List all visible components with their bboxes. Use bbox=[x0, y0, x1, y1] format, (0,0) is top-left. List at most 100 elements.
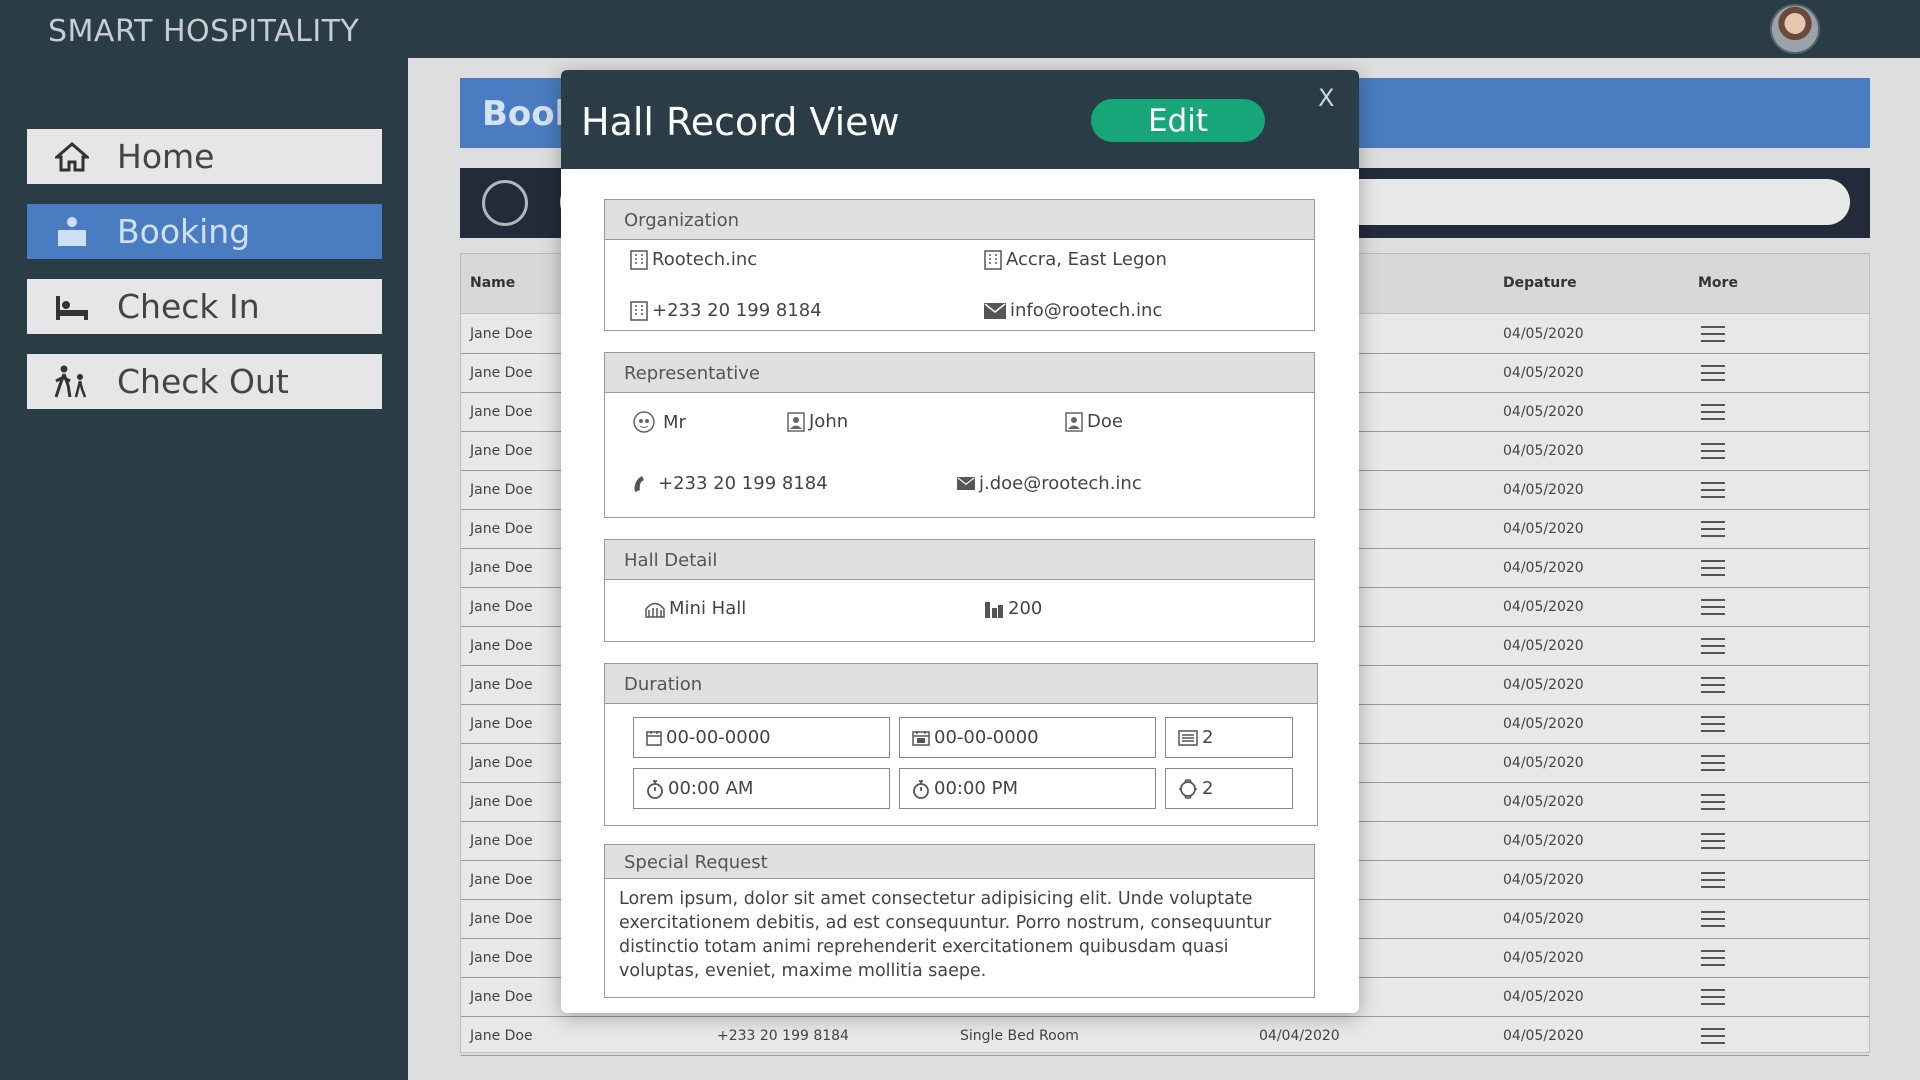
cell-departure: 04/05/2020 bbox=[1503, 443, 1584, 459]
building-icon bbox=[630, 300, 648, 321]
cell-departure: 04/05/2020 bbox=[1503, 599, 1584, 615]
menu-icon[interactable] bbox=[1701, 443, 1725, 461]
hall-detail-section: Hall Detail Mini Hall 200 bbox=[604, 539, 1315, 642]
bed-icon bbox=[27, 292, 117, 322]
organization-section: Organization Rootech.inc Accra, East Leg… bbox=[604, 199, 1315, 331]
section-heading: Representative bbox=[605, 353, 1314, 393]
cell-name: Jane Doe bbox=[470, 599, 533, 615]
menu-icon[interactable] bbox=[1701, 482, 1725, 500]
watch-icon bbox=[1179, 778, 1197, 799]
sidebar-item-check-in[interactable]: Check In bbox=[27, 279, 382, 334]
cell-name: Jane Doe bbox=[470, 755, 533, 771]
sidebar-item-check-out[interactable]: Check Out bbox=[27, 354, 382, 409]
cell-departure: 04/05/2020 bbox=[1503, 716, 1584, 732]
cell-name: Jane Doe bbox=[470, 443, 533, 459]
end-time-field[interactable]: 00:00 PM bbox=[899, 768, 1156, 809]
hotel-icon[interactable] bbox=[482, 180, 528, 226]
sidebar-item-label: Home bbox=[117, 137, 215, 176]
organization-location-field: Accra, East Legon bbox=[984, 249, 1167, 270]
column-header-name: Name bbox=[470, 275, 516, 291]
sidebar: Home Booking Check In Check Out bbox=[0, 58, 408, 1080]
hours-field[interactable]: 2 bbox=[1165, 768, 1293, 809]
menu-icon[interactable] bbox=[1701, 833, 1725, 851]
envelope-icon bbox=[957, 477, 975, 490]
cell-departure: 04/05/2020 bbox=[1503, 755, 1584, 771]
cell-name: Jane Doe bbox=[470, 911, 533, 927]
representative-last-name-field: Doe bbox=[1065, 411, 1123, 432]
contact-icon bbox=[1065, 411, 1083, 432]
organization-email-field: info@rootech.inc bbox=[984, 300, 1162, 321]
cell-name: Jane Doe bbox=[470, 950, 533, 966]
menu-icon[interactable] bbox=[1701, 872, 1725, 890]
start-time-field[interactable]: 00:00 AM bbox=[633, 768, 890, 809]
menu-icon[interactable] bbox=[1701, 677, 1725, 695]
menu-icon[interactable] bbox=[1701, 404, 1725, 422]
menu-icon[interactable] bbox=[1701, 989, 1725, 1007]
sidebar-item-booking[interactable]: Booking bbox=[27, 204, 382, 259]
representative-title-field: Mr bbox=[633, 411, 686, 433]
cell-departure: 04/05/2020 bbox=[1503, 794, 1584, 810]
menu-icon[interactable] bbox=[1701, 1028, 1725, 1046]
close-button[interactable]: X bbox=[1318, 84, 1334, 112]
stopwatch-icon bbox=[647, 779, 663, 799]
cell-name: Jane Doe bbox=[470, 560, 533, 576]
edit-button[interactable]: Edit bbox=[1091, 99, 1265, 142]
section-heading: Duration bbox=[605, 664, 1317, 704]
special-request-text: Lorem ipsum, dolor sit amet consectetur … bbox=[619, 889, 1272, 981]
building-icon bbox=[630, 249, 648, 270]
reception-icon bbox=[27, 216, 117, 248]
sidebar-item-label: Check Out bbox=[117, 362, 289, 401]
table-row[interactable]: Jane Doe +233 20 199 8184 Single Bed Room 0… bbox=[461, 1017, 1869, 1056]
hall-name-field: Mini Hall bbox=[645, 598, 746, 619]
sidebar-item-label: Booking bbox=[117, 212, 251, 251]
hall-icon bbox=[645, 602, 665, 618]
capacity-icon bbox=[985, 601, 1003, 618]
start-date-field[interactable]: 00-00-0000 bbox=[633, 717, 890, 758]
app-brand: SMART HOSPITALITY bbox=[48, 14, 360, 49]
cell-name: Jane Doe bbox=[470, 989, 533, 1005]
contact-icon bbox=[787, 411, 805, 432]
phone-icon bbox=[634, 475, 644, 492]
calendar-icon bbox=[912, 730, 930, 746]
duration-section: Duration 00-00-0000 00-00-0000 2 00:00 A… bbox=[604, 663, 1318, 826]
end-date-field[interactable]: 00-00-0000 bbox=[899, 717, 1156, 758]
column-header-departure: Depature bbox=[1503, 275, 1577, 291]
menu-icon[interactable] bbox=[1701, 521, 1725, 539]
cell-name: Jane Doe bbox=[470, 326, 533, 342]
cell-arrival: 04/04/2020 bbox=[1259, 1028, 1340, 1044]
menu-icon[interactable] bbox=[1701, 560, 1725, 578]
calendar-icon bbox=[646, 730, 662, 746]
cell-departure: 04/05/2020 bbox=[1503, 677, 1584, 693]
section-heading: Special Request bbox=[605, 845, 1314, 879]
cell-departure: 04/05/2020 bbox=[1503, 1028, 1584, 1044]
cell-departure: 04/05/2020 bbox=[1503, 950, 1584, 966]
cell-departure: 04/05/2020 bbox=[1503, 872, 1584, 888]
menu-icon[interactable] bbox=[1701, 755, 1725, 773]
special-request-section: Special Request Lorem ipsum, dolor sit a… bbox=[604, 844, 1315, 998]
menu-icon[interactable] bbox=[1701, 326, 1725, 344]
envelope-icon bbox=[984, 302, 1006, 319]
cell-name: Jane Doe bbox=[470, 833, 533, 849]
modal-header: Hall Record View Edit X bbox=[561, 70, 1359, 169]
sidebar-item-label: Check In bbox=[117, 287, 260, 326]
representative-email-field: j.doe@rootech.inc bbox=[957, 473, 1142, 494]
menu-icon[interactable] bbox=[1701, 599, 1725, 617]
menu-icon[interactable] bbox=[1701, 716, 1725, 734]
menu-icon[interactable] bbox=[1701, 365, 1725, 383]
cell-room: Single Bed Room bbox=[960, 1028, 1079, 1044]
cell-name: Jane Doe bbox=[470, 1028, 533, 1044]
organization-name-field: Rootech.inc bbox=[630, 249, 757, 270]
cell-departure: 04/05/2020 bbox=[1503, 638, 1584, 654]
menu-icon[interactable] bbox=[1701, 911, 1725, 929]
menu-icon[interactable] bbox=[1701, 950, 1725, 968]
sidebar-item-home[interactable]: Home bbox=[27, 129, 382, 184]
menu-icon[interactable] bbox=[1701, 794, 1725, 812]
cell-departure: 04/05/2020 bbox=[1503, 365, 1584, 381]
cell-name: Jane Doe bbox=[470, 482, 533, 498]
cell-name: Jane Doe bbox=[470, 365, 533, 381]
days-field[interactable]: 2 bbox=[1165, 717, 1293, 758]
cell-name: Jane Doe bbox=[470, 716, 533, 732]
menu-icon[interactable] bbox=[1701, 638, 1725, 656]
hall-capacity-field: 200 bbox=[984, 598, 1042, 619]
user-avatar[interactable] bbox=[1770, 4, 1820, 54]
